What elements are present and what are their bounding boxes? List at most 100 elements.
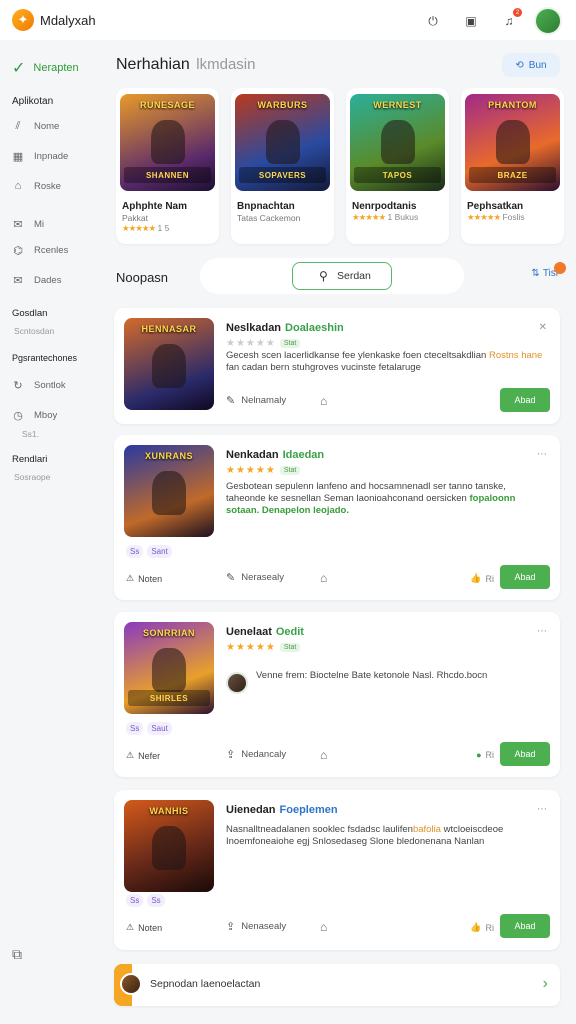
- refresh-icon: ↻: [13, 379, 23, 392]
- more-options-icon[interactable]: ⋯: [537, 804, 548, 815]
- card-bottom-label: ⚠ Noten: [126, 922, 163, 933]
- featured-title: Aphphte Nam: [122, 201, 187, 212]
- home-icon[interactable]: ⌂: [320, 394, 327, 408]
- thumb-icon: 👍: [470, 573, 482, 583]
- sidebar-item[interactable]: ⌂ Roske: [12, 180, 61, 192]
- game-cover-art: RUNESAGE SHANNEN: [120, 94, 215, 191]
- featured-card[interactable]: PHANTOM BRAZE Pephsatkan ★★★★★ Foslis: [461, 88, 564, 244]
- puzzle-icon[interactable]: ⧉: [12, 946, 22, 963]
- card-tag: Foeplemen: [279, 804, 338, 816]
- rating-chip: Stat: [279, 338, 301, 348]
- game-cover-art: PHANTOM BRAZE: [465, 94, 560, 191]
- more-options-icon[interactable]: ⋯: [537, 449, 548, 460]
- card-rating: ★★★★★ Stat: [226, 465, 301, 476]
- game-cover-art: WARBURS SOPAVERS: [235, 94, 330, 191]
- bottom-banner[interactable]: Sepnodan laenoelactan ›: [114, 964, 560, 1006]
- brand[interactable]: ✦ Mdalyxah: [12, 9, 96, 31]
- user-avatar[interactable]: [534, 7, 562, 35]
- install-button[interactable]: Abad: [500, 388, 550, 412]
- sidebar-item[interactable]: ⌬ Rcenles: [12, 244, 68, 257]
- sidebar-item-label: Dades: [34, 274, 62, 286]
- sidebar-active-label: Nerapten: [33, 62, 79, 74]
- game-thumbnail: SONRRIAN SHIRLES: [124, 622, 214, 714]
- sidebar-section-heading: Aplikotan: [12, 96, 54, 107]
- star-icon: ★★★★★: [122, 223, 156, 233]
- cover-figure: [495, 120, 530, 164]
- game-card[interactable]: XUNRANS Nenkadan Idaedan ⋯ ★★★★★ Stat Gesb…: [114, 435, 560, 600]
- featured-sub: Pakkat: [122, 213, 148, 223]
- chip: Ss: [126, 894, 144, 907]
- battery-icon[interactable]: ▣: [458, 8, 484, 34]
- home-icon[interactable]: ⌂: [320, 748, 327, 762]
- card-description: Nasnalltneadalanen sooklec fsdadsc lauli…: [226, 824, 504, 847]
- chip: Saut: [147, 722, 172, 735]
- likes[interactable]: ● Ri: [476, 750, 494, 760]
- card-meta-label: Nerasealy: [241, 572, 284, 583]
- home-icon[interactable]: ⌂: [320, 920, 327, 934]
- game-card[interactable]: SONRRIAN SHIRLES Uenelaat Oedit ⋯ ★★★★★ St…: [114, 612, 560, 777]
- chart-icon: ⫽: [15, 119, 21, 132]
- install-button[interactable]: Abad: [500, 565, 550, 589]
- card-bottom-label: ⚠ Noten: [126, 573, 163, 584]
- likes[interactable]: 👍 Ri: [470, 573, 494, 584]
- install-button[interactable]: Abad: [500, 742, 550, 766]
- card-tag: Idaedan: [282, 449, 325, 461]
- cover-figure: [152, 648, 186, 692]
- card-title-text: Uenelaat: [226, 626, 272, 638]
- featured-rating: ★★★★★ 1 Bukus: [350, 212, 445, 223]
- sidebar-item[interactable]: ⫽ Nome: [12, 119, 60, 132]
- sidebar-section-heading: Pgsrantechones: [12, 353, 78, 363]
- cover-title: WANHIS: [149, 806, 189, 816]
- card-bottom-label: ⚠ Nefer: [126, 750, 161, 761]
- edit-icon: ✎: [226, 395, 236, 407]
- banner-avatar: [120, 973, 142, 995]
- featured-card[interactable]: WARBURS SOPAVERS Bnpnachtan Tatas Cackem…: [231, 88, 334, 244]
- likes[interactable]: 👍 Ri: [470, 922, 494, 933]
- card-meta-label: Nedancaly: [241, 749, 287, 760]
- home-icon[interactable]: ⌂: [320, 571, 327, 585]
- more-options-icon[interactable]: ⋯: [537, 626, 548, 637]
- game-thumbnail: XUNRANS: [124, 445, 214, 537]
- game-card[interactable]: HENNASAR Neslkadan Doalaeshin ✕ ★★★★★ Stat…: [114, 308, 560, 424]
- sidebar-item[interactable]: ◷ Mboy: [12, 409, 58, 422]
- power-icon[interactable]: ⏻: [420, 8, 446, 34]
- featured-rating-text: 1 Bukus: [387, 212, 419, 222]
- author-avatar[interactable]: [226, 672, 248, 694]
- card-tag: Doalaeshin: [285, 322, 344, 334]
- featured-card[interactable]: RUNESAGE SHANNEN Aphphte Nam Pakkat ★★★★…: [116, 88, 219, 244]
- cover-title: WERNEST: [373, 100, 422, 110]
- card-title: Uienedan Foeplemen: [226, 804, 338, 816]
- sidebar-item-active[interactable]: ✓ Nerapten: [12, 58, 79, 78]
- more-options-icon[interactable]: ✕: [539, 322, 548, 333]
- bell-icon[interactable]: ♫ 2: [496, 8, 522, 34]
- star-icon: ★★★★★: [352, 212, 386, 222]
- chevron-right-icon[interactable]: ›: [543, 975, 548, 993]
- envelope-icon: ✉: [13, 274, 23, 287]
- chip: Sant: [147, 545, 172, 558]
- game-card[interactable]: WANHIS Uienedan Foeplemen ⋯ Nasnalltneada…: [114, 790, 560, 950]
- filter-icon: ⇅: [531, 268, 540, 279]
- sidebar-item-label: Nome: [34, 120, 60, 132]
- card-rating: ★★★★★ Stat: [226, 338, 301, 349]
- cover-figure: [152, 471, 186, 515]
- top-action-button[interactable]: ⟲ Bun: [502, 53, 560, 77]
- sidebar-item[interactable]: ✉ Mi: [12, 218, 44, 231]
- brand-logo-icon: ✦: [12, 9, 34, 31]
- featured-card[interactable]: WERNEST TAPOS Nenrpodtanis ★★★★★ 1 Bukus: [346, 88, 449, 244]
- filter-button[interactable]: ⇅ Tisi: [531, 262, 566, 279]
- sidebar-item-label: Mboy: [34, 409, 58, 421]
- sidebar-item[interactable]: ✉ Dades: [12, 274, 62, 287]
- sidebar-item[interactable]: ↻ Sontlok: [12, 379, 65, 392]
- cover-label: SHANNEN: [124, 167, 211, 183]
- tag-icon: ⌬: [13, 244, 23, 257]
- app-name: Mdalyxah: [40, 12, 96, 28]
- card-title-text: Neslkadan: [226, 322, 282, 334]
- cover-figure: [152, 344, 186, 388]
- home-icon: ⌂: [14, 180, 22, 192]
- sidebar-item[interactable]: ▦ Inpnade: [12, 150, 69, 163]
- install-button[interactable]: Abad: [500, 914, 550, 938]
- search-input[interactable]: ⚲ Serdan: [292, 262, 392, 290]
- sync-icon: ⟲: [515, 59, 524, 71]
- sidebar-item-sub: Ss1.: [22, 429, 40, 439]
- check-icon: ✓: [12, 60, 26, 77]
